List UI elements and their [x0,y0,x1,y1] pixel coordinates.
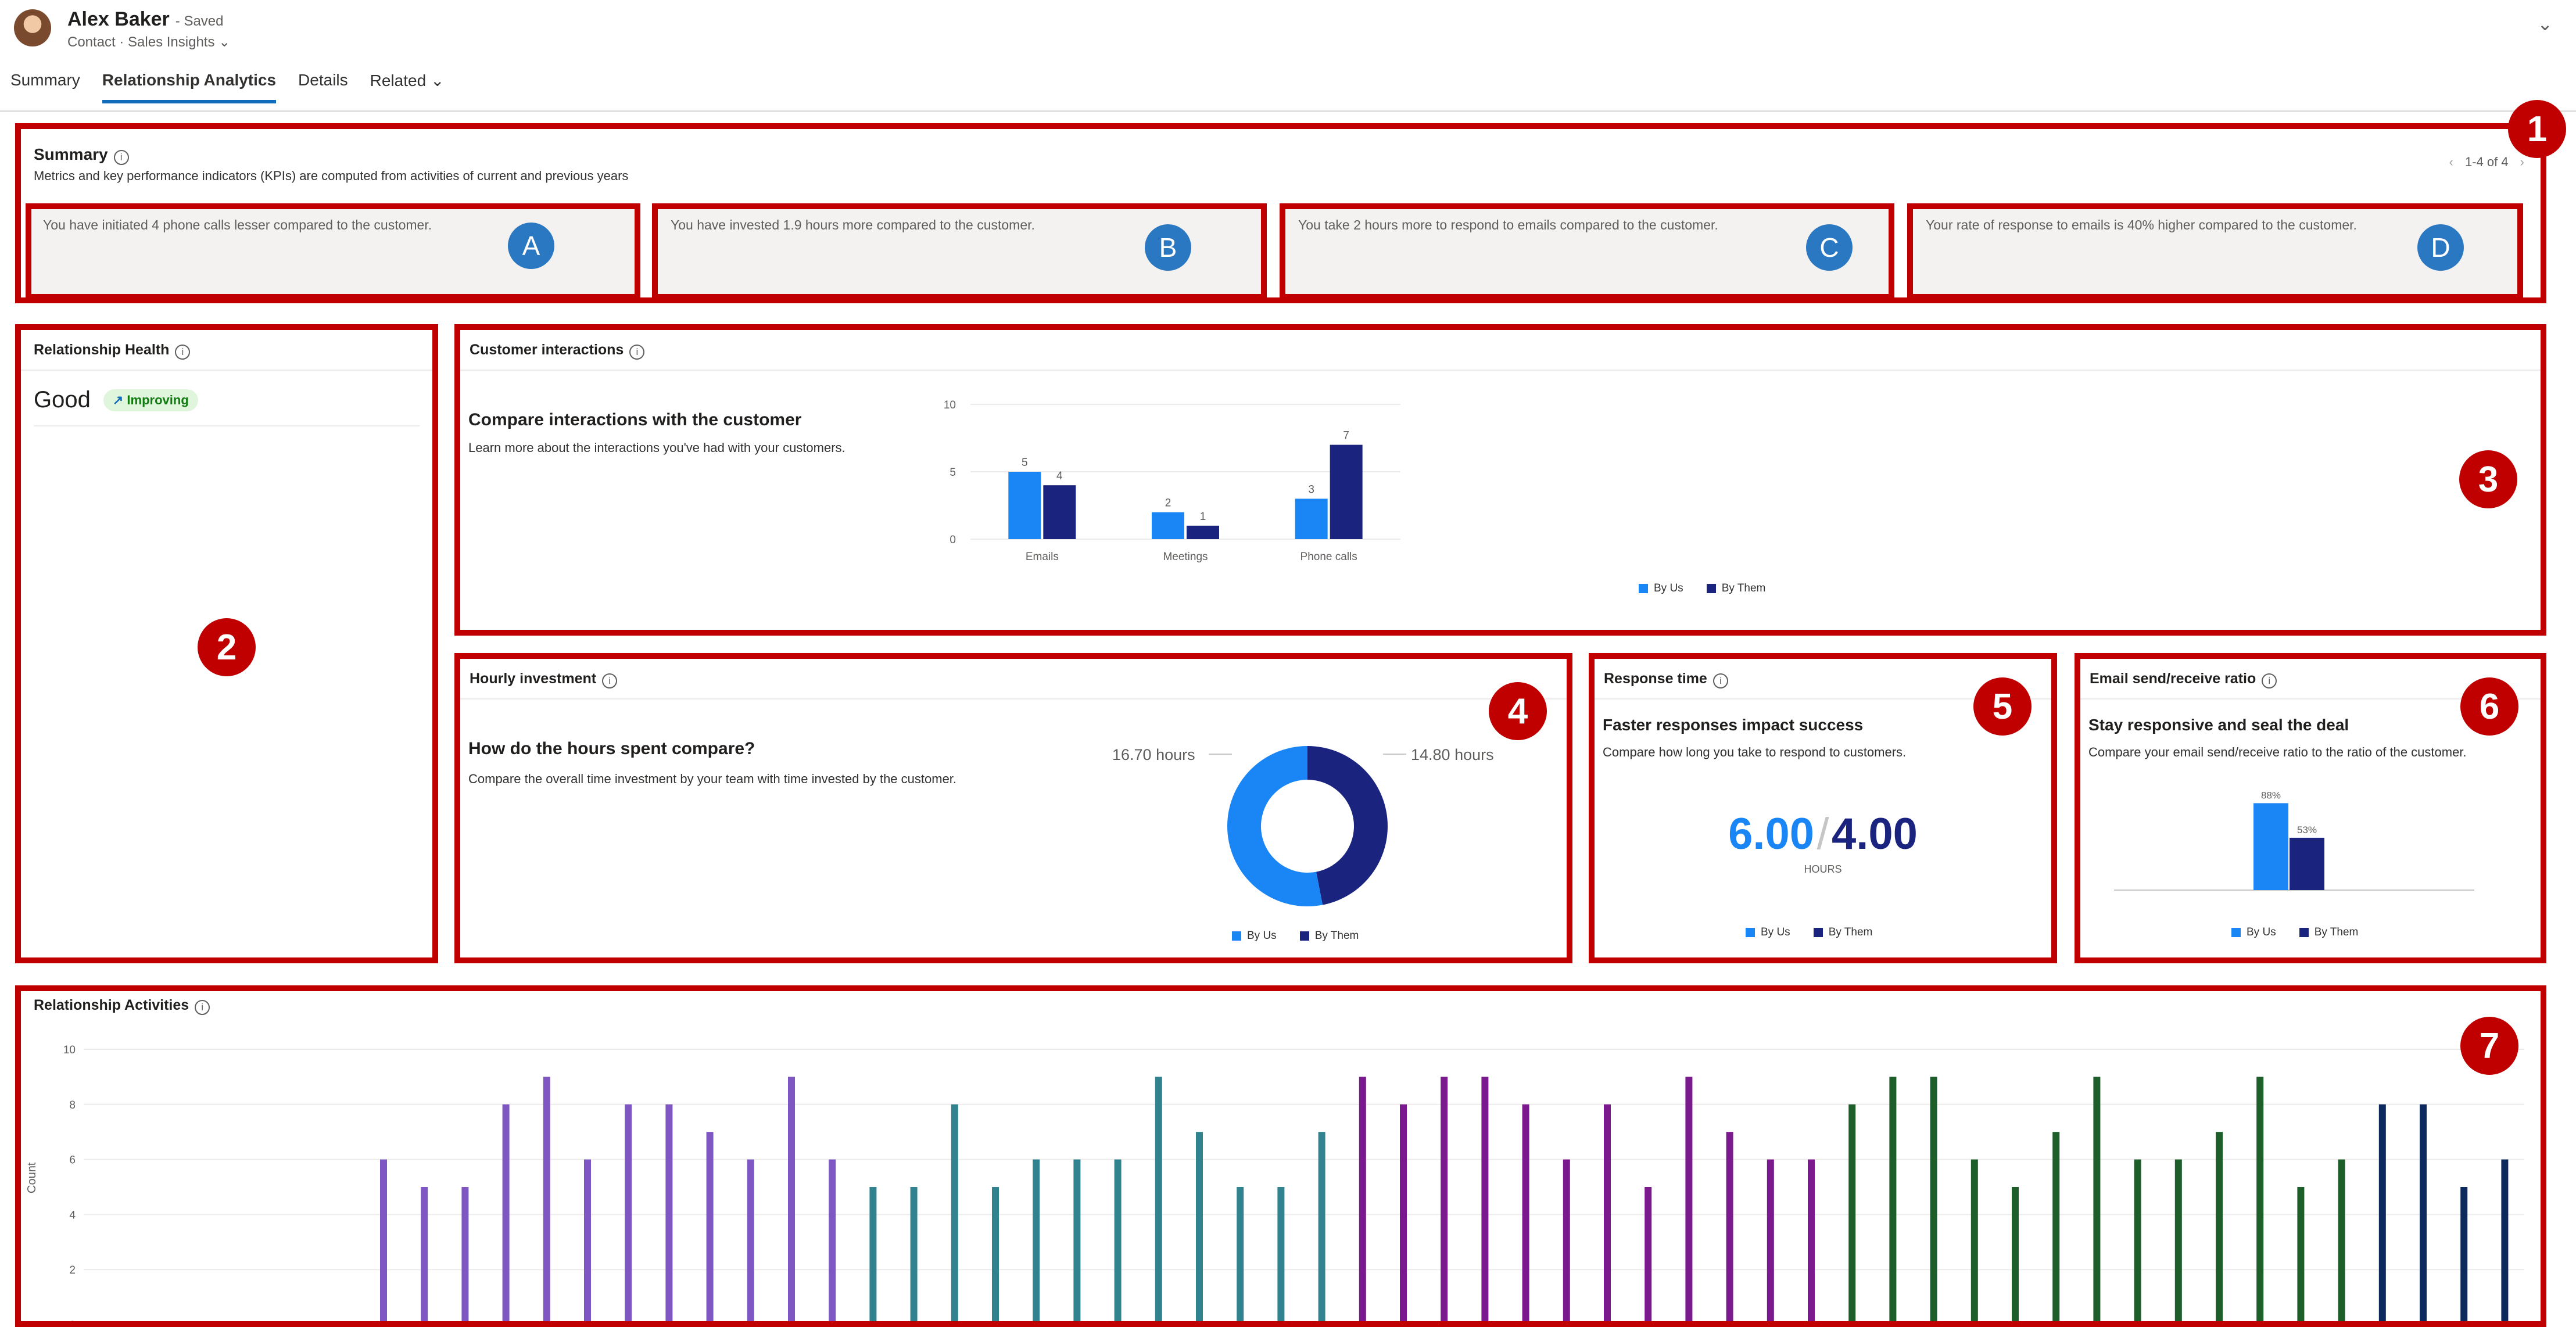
callout-d-badge: D [2417,224,2464,271]
highlight-frame-7 [15,985,2546,1327]
chevron-down-icon[interactable]: ⌄ [218,34,230,50]
tab-bar: Summary Relationship Analytics Details R… [10,71,444,103]
save-status: - Saved [175,13,224,29]
record-subtitle-text: Contact · Sales Insights [67,34,215,50]
tab-summary[interactable]: Summary [10,71,80,103]
highlight-frame-3 [454,324,2546,636]
chevron-down-icon: ⌄ [430,71,445,89]
callout-5-badge: 5 [1973,677,2032,736]
callout-1-badge: 1 [2508,100,2566,158]
callout-b-badge: B [1145,224,1191,271]
record-header: Alex Baker - Saved Contact · Sales Insigh… [0,0,2576,112]
avatar[interactable] [14,9,51,46]
callout-2-badge: 2 [198,618,256,676]
callout-a-badge: A [508,223,554,269]
highlight-frame-c [1280,203,1894,300]
tab-details[interactable]: Details [298,71,348,103]
callout-6-badge: 6 [2460,677,2518,736]
callout-3-badge: 3 [2459,450,2517,508]
callout-c-badge: C [1806,224,1853,271]
record-subtitle[interactable]: Contact · Sales Insights ⌄ [67,34,230,51]
callout-4-badge: 4 [1489,682,1547,740]
tab-related[interactable]: Related ⌄ [370,71,445,103]
collapse-header-icon[interactable]: ⌄ [2537,13,2553,35]
contact-name: Alex Baker [67,8,170,30]
callout-7-badge: 7 [2460,1017,2518,1075]
tab-relationship-analytics[interactable]: Relationship Analytics [102,71,277,103]
tab-related-label: Related [370,71,427,89]
highlight-frame-4 [454,653,1572,963]
record-title: Alex Baker - Saved [67,8,224,31]
